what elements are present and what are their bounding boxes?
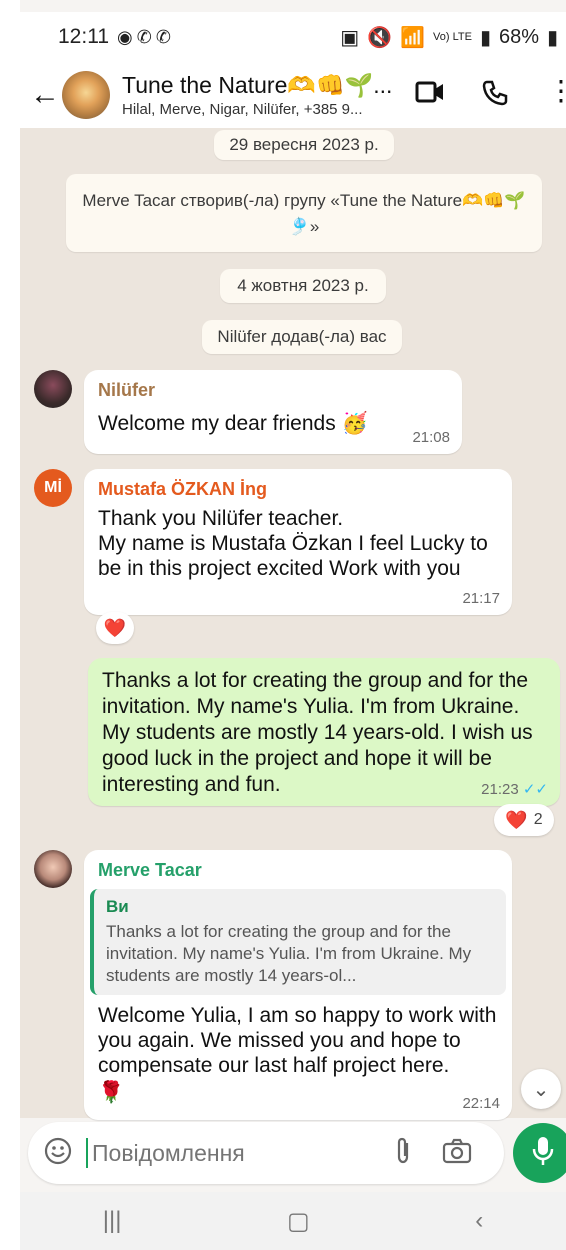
reaction-badge[interactable]: ❤️ 2	[494, 804, 554, 836]
date-chip: 4 жовтня 2023 р.	[220, 269, 386, 303]
chat-title-block[interactable]: Tune the Nature🫶👊🌱... Hilal, Merve, Niga…	[122, 72, 392, 118]
avatar[interactable]	[34, 370, 72, 408]
message-bubble-incoming[interactable]: Mustafa ÖZKAN İng Thank you Nilüfer teac…	[84, 469, 512, 615]
avatar[interactable]	[34, 850, 72, 888]
message-text: Welcome Yulia, I am so happy to work wit…	[98, 1004, 497, 1077]
message-bubble-outgoing[interactable]: Thanks a lot for creating the group and …	[88, 658, 560, 806]
group-avatar[interactable]	[62, 71, 110, 119]
system-nav-bar: ||| ▢ ‹	[20, 1192, 566, 1250]
date-chip: 29 вересня 2023 р.	[214, 130, 394, 160]
network-label: Vo) LTE	[433, 30, 472, 43]
message-input[interactable]	[90, 1138, 384, 1168]
viber-icon: ✆	[136, 26, 152, 47]
quote-text: Thanks a lot for creating the group and …	[106, 922, 472, 985]
message-bubble-incoming[interactable]: Nilüfer Welcome my dear friends 🥳 21:08	[84, 370, 462, 454]
message-time: 21:08	[412, 429, 450, 446]
emoji-icon[interactable]	[44, 1137, 72, 1170]
camera-icon[interactable]	[442, 1138, 472, 1169]
sender-name: Nilüfer	[98, 380, 156, 400]
avatar[interactable]: Mİ	[34, 469, 72, 507]
voice-call-icon[interactable]	[482, 80, 508, 113]
heart-reaction-icon: ❤️	[505, 809, 528, 830]
message-text: Thank you Nilüfer teacher. My name is Mu…	[98, 507, 488, 580]
paperclip-icon[interactable]	[392, 1136, 414, 1171]
system-message-created: Merve Tacar створив(-ла) групу «Tune the…	[66, 174, 542, 252]
message-text: Thanks a lot for creating the group and …	[102, 669, 533, 796]
mute-icon: 🔇	[367, 26, 393, 49]
system-message-text: Merve Tacar створив(-ла) групу «Tune the…	[82, 191, 526, 236]
message-bubble-incoming[interactable]: Merve Tacar Ви Thanks a lot for creating…	[84, 850, 512, 1120]
rose-emoji: 🌹	[98, 1081, 125, 1104]
signal-icon: ▮	[479, 26, 491, 49]
location-icon: ◉	[117, 26, 133, 47]
chat-title: Tune the Nature🫶👊🌱...	[122, 72, 392, 98]
battery-level: 68%	[498, 25, 539, 48]
mic-button[interactable]	[513, 1123, 566, 1183]
message-text: Welcome my dear friends 🥳	[98, 412, 368, 435]
sim-icon: ▣	[340, 26, 360, 49]
message-time: 21:17	[462, 590, 500, 607]
reaction-badge[interactable]: ❤️	[96, 612, 134, 644]
phone-screen: 12:11 ◉ ✆ ✆ ▣ 🔇 📶 Vo) LTE ▮ 68% ▮ ← Tune…	[20, 0, 566, 1250]
status-right: ▣ 🔇 📶 Vo) LTE ▮ 68% ▮	[340, 25, 558, 50]
home-icon[interactable]: ▢	[287, 1207, 310, 1236]
chevron-down-icon: ⌄	[532, 1078, 550, 1101]
recent-apps-icon[interactable]: |||	[103, 1207, 122, 1235]
message-composer	[28, 1122, 504, 1184]
message-time-block: 21:23 ✓✓	[481, 780, 548, 798]
text-cursor	[86, 1138, 88, 1168]
back-nav-icon[interactable]: ‹	[475, 1207, 483, 1235]
quoted-message[interactable]: Ви Thanks a lot for creating the group a…	[90, 889, 506, 995]
battery-icon: ▮	[546, 26, 558, 49]
chat-area[interactable]: 29 вересня 2023 р. Merve Tacar створив(-…	[20, 128, 566, 1120]
chat-header: ← Tune the Nature🫶👊🌱... Hilal, Merve, Ni…	[20, 62, 566, 128]
heart-reaction-icon: ❤️	[103, 617, 127, 638]
system-message-added: Nilüfer додав(-ла) вас	[202, 320, 402, 354]
notification-icons: ◉ ✆ ✆	[117, 27, 171, 48]
reaction-count: 2	[533, 811, 543, 828]
microphone-icon	[531, 1135, 555, 1172]
sender-name: Mustafa ÖZKAN İng	[98, 479, 267, 499]
message-time: 21:23	[481, 781, 519, 798]
viber-icon: ✆	[155, 26, 171, 47]
message-time: 22:14	[462, 1095, 500, 1112]
back-arrow-icon[interactable]: ←	[30, 78, 60, 112]
wifi-icon: 📶	[400, 26, 425, 49]
quote-author: Ви	[106, 897, 129, 916]
status-time: 12:11	[58, 25, 109, 48]
scroll-to-bottom-button[interactable]: ⌄	[521, 1069, 561, 1109]
sender-name: Merve Tacar	[98, 860, 202, 880]
video-call-icon[interactable]	[415, 80, 445, 111]
more-vert-icon[interactable]: ⋮	[547, 77, 566, 105]
status-bar: 12:11 ◉ ✆ ✆ ▣ 🔇 📶 Vo) LTE ▮ 68% ▮	[20, 12, 566, 62]
double-check-icon: ✓✓	[522, 781, 548, 798]
chat-participants: Hilal, Merve, Nigar, Nilüfer, +385 9...	[122, 101, 363, 118]
